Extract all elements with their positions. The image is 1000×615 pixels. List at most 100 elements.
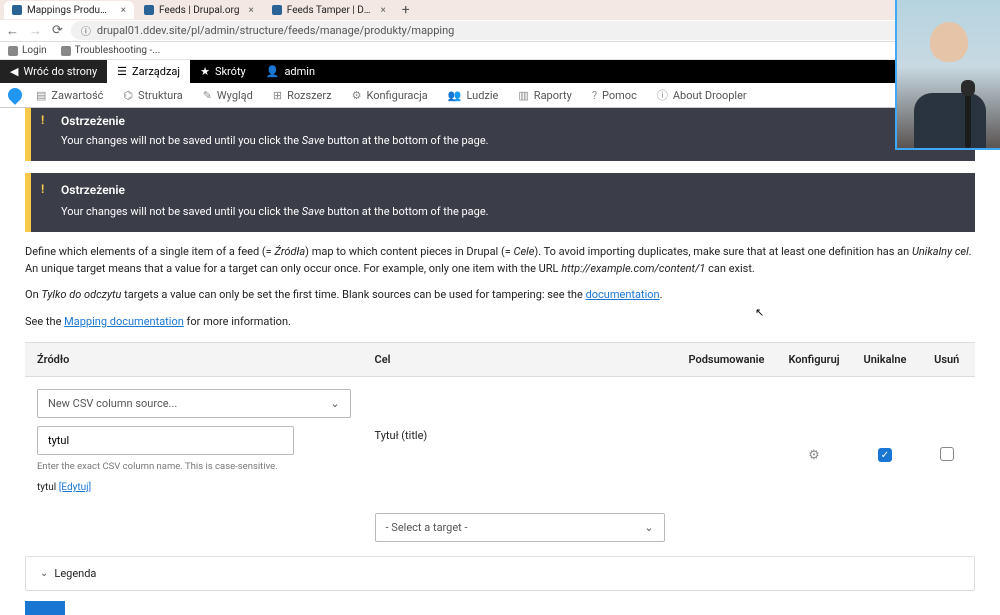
chart-icon: ▥ [518, 89, 528, 102]
intro-para-1: Define which elements of a single item o… [25, 244, 975, 277]
menu-appearance[interactable]: ✎ Wygląd [193, 83, 263, 107]
col-target: Cel [363, 343, 677, 377]
col-remove: Usuń [918, 343, 975, 377]
back-to-site-button[interactable]: ◀ Wróć do strony [0, 60, 107, 83]
legend-label: Legenda [54, 567, 96, 580]
menu-content[interactable]: ▤Zawartość [26, 83, 113, 107]
menu-reports[interactable]: ▥Raporty [508, 83, 581, 107]
menu-structure[interactable]: ⌬ Struktura [113, 83, 192, 107]
bookmark-label: Login [22, 45, 47, 56]
msg-text: Your changes will not be saved until you… [61, 134, 302, 147]
msg-em: Save [302, 205, 325, 218]
existing-label: tytul [37, 482, 56, 493]
drupal-logo[interactable] [4, 84, 26, 106]
menu-people[interactable]: 👥Ludzie [438, 83, 509, 107]
browser-tab[interactable]: Feeds | Drupal.org × [136, 1, 262, 19]
menu-label: Konfiguracja [366, 89, 427, 102]
menu-label: Struktura [138, 89, 183, 102]
manage-label: Zarządzaj [132, 65, 180, 78]
bookmark-icon [8, 46, 18, 56]
forward-button[interactable]: → [29, 23, 42, 39]
user-icon: 👤 [266, 65, 280, 78]
remove-checkbox[interactable] [940, 447, 954, 461]
mapping-row: New CSV column source... ⌄ Enter the exa… [25, 377, 975, 506]
documentation-link[interactable]: documentation [586, 288, 660, 301]
mapping-documentation-link[interactable]: Mapping documentation [64, 315, 184, 328]
target-select[interactable]: - Select a target - ⌄ [375, 513, 665, 542]
msg-text: button at the bottom of the page. [325, 205, 489, 218]
menu-label: Pomoc [602, 89, 637, 102]
webcam-overlay [895, 0, 1000, 150]
back-label: Wróć do strony [23, 65, 97, 78]
tab-title: Mappings Produkty | droopler [27, 5, 112, 16]
remove-cell [918, 377, 975, 506]
puzzle-icon: ⊞ [273, 89, 282, 102]
admin-toolbar-primary: ◀ Wróć do strony ☰ Zarządzaj ★ Skróty 👤 … [0, 60, 1000, 83]
chevron-left-icon: ◀ [10, 65, 18, 78]
help-icon: ? [592, 89, 597, 102]
msg-em: Save [302, 134, 325, 147]
nav-controls: ← → ⟳ [6, 23, 63, 39]
browser-tab[interactable]: Feeds Tamper | Drupal.org × [264, 1, 394, 19]
warning-icon: ! [41, 182, 44, 196]
gear-icon[interactable]: ⚙ [808, 420, 820, 463]
main-content: ! Ostrzeżenie Your changes will not be s… [0, 108, 1000, 615]
bookmark-icon [61, 46, 71, 56]
target-value: Tytuł (title) [375, 389, 665, 442]
close-icon[interactable]: × [121, 5, 126, 16]
warning-title: Ostrzeżenie [61, 114, 961, 128]
star-icon: ★ [200, 65, 210, 78]
menu-help[interactable]: ? Pomoc [582, 83, 647, 107]
chevron-down-icon: ⌄ [644, 521, 653, 534]
intro-para-2: On Tylko do odczytu targets a value can … [25, 287, 975, 304]
col-configure: Konfiguruj [776, 343, 851, 377]
wrench-icon: ⚙ [352, 89, 362, 102]
menu-label: Wygląd [217, 89, 253, 102]
warning-message: ! Ostrzeżenie Your changes will not be s… [25, 173, 975, 232]
mapping-table: Źródło Cel Podsumowanie Konfiguruj Unika… [25, 342, 975, 550]
url-input[interactable]: ⓘ drupal01.ddev.site/pl/admin/structure/… [71, 21, 994, 40]
menu-label: Ludzie [466, 89, 498, 102]
msg-text: Your changes will not be saved until you… [61, 205, 302, 218]
hierarchy-icon: ⌬ [123, 89, 133, 102]
save-button[interactable] [25, 601, 65, 615]
shortcuts-tab[interactable]: ★ Skróty [190, 60, 256, 83]
legend-details[interactable]: ⌄ Legenda [25, 556, 975, 591]
back-button[interactable]: ← [6, 23, 19, 39]
bookmark-item[interactable]: Troubleshooting -... [61, 45, 161, 56]
edit-source-link[interactable]: [Edytuj] [59, 482, 91, 493]
field-description: Enter the exact CSV column name. This is… [37, 461, 351, 472]
col-summary: Podsumowanie [677, 343, 777, 377]
user-tab[interactable]: 👤 admin [256, 60, 325, 83]
select-value: New CSV column source... [48, 397, 177, 410]
bookmark-label: Troubleshooting -... [75, 45, 161, 56]
target-cell: Tytuł (title) [363, 377, 677, 506]
close-icon[interactable]: × [380, 5, 385, 16]
unique-checkbox[interactable]: ✓ [878, 448, 892, 462]
file-icon: ▤ [36, 89, 46, 102]
reload-button[interactable]: ⟳ [52, 23, 63, 39]
site-info-icon: ⓘ [81, 23, 91, 38]
new-tab-button[interactable]: + [396, 2, 416, 18]
cursor-icon: ↖ [755, 306, 764, 319]
url-text: drupal01.ddev.site/pl/admin/structure/fe… [97, 24, 454, 37]
brush-icon: ✎ [203, 89, 212, 102]
intro-para-3: See the Mapping documentation for more i… [25, 314, 975, 331]
source-select[interactable]: New CSV column source... ⌄ [37, 389, 351, 418]
manage-tab[interactable]: ☰ Zarządzaj [107, 60, 190, 83]
menu-extend[interactable]: ⊞Rozszerz [263, 83, 342, 107]
col-unique: Unikalne [852, 343, 919, 377]
menu-config[interactable]: ⚙ Konfiguracja [342, 83, 438, 107]
menu-about[interactable]: ⓘAbout Droopler [647, 83, 757, 107]
target-select-cell: - Select a target - ⌄ [363, 505, 677, 550]
close-icon[interactable]: × [248, 5, 253, 16]
msg-text: button at the bottom of the page. [325, 134, 489, 147]
bookmark-item[interactable]: Login [8, 45, 47, 56]
select-value: - Select a target - [386, 521, 468, 534]
csv-column-input[interactable] [37, 426, 294, 455]
drop-icon [5, 85, 25, 105]
configure-cell: ⚙ [776, 377, 851, 506]
browser-address-bar: ← → ⟳ ⓘ drupal01.ddev.site/pl/admin/stru… [0, 20, 1000, 42]
add-target-row: - Select a target - ⌄ [25, 505, 975, 550]
browser-tab-active[interactable]: Mappings Produkty | droopler × [4, 1, 134, 19]
